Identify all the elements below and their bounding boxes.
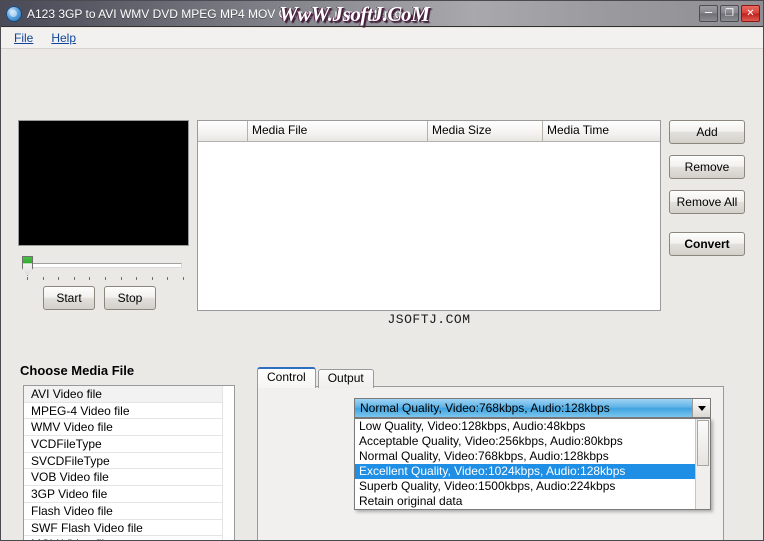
media-file-list[interactable]: Media File Media Size Media Time (197, 120, 661, 311)
player-buttons: Start Stop (43, 286, 156, 310)
window-controls: – ❐ ✕ (699, 5, 760, 22)
remove-button[interactable]: Remove (669, 155, 745, 179)
column-header-media-time[interactable]: Media Time (543, 121, 660, 141)
dropdown-option[interactable]: Retain original data (355, 494, 695, 509)
maximize-button[interactable]: ❐ (720, 5, 739, 22)
chevron-down-icon[interactable] (692, 399, 710, 417)
dropdown-scrollbar-thumb[interactable] (697, 420, 709, 466)
add-button[interactable]: Add (669, 120, 745, 144)
menu-item-help-label: Help (51, 31, 77, 45)
media-type-list-scrollbar[interactable] (222, 386, 234, 540)
main-body: Start Stop Media File Media Size Media T… (1, 49, 763, 540)
list-item[interactable]: SVCDFileType (24, 453, 234, 470)
application-window: A123 3GP to AVI WMV DVD MPEG MP4 MOV Con… (0, 0, 764, 541)
list-item[interactable]: SWF Flash Video file (24, 520, 234, 537)
dropdown-option[interactable]: Low Quality, Video:128kbps, Audio:48kbps (355, 419, 695, 434)
choose-media-file-title: Choose Media File (20, 363, 135, 378)
tab-output[interactable]: Output (317, 369, 374, 388)
profile-setting-combo[interactable]: Normal Quality, Video:768kbps, Audio:128… (354, 398, 711, 418)
list-item[interactable]: MOV Video file (24, 536, 234, 540)
profile-setting-dropdown[interactable]: Low Quality, Video:128kbps, Audio:48kbps… (354, 418, 711, 510)
close-icon: ✕ (746, 8, 755, 19)
list-item[interactable]: 3GP Video file (24, 486, 234, 503)
list-item[interactable]: Flash Video file (24, 503, 234, 520)
column-header-media-file[interactable]: Media File (248, 121, 428, 141)
title-bar: A123 3GP to AVI WMV DVD MPEG MP4 MOV Con… (1, 1, 763, 27)
list-item[interactable]: WMV Video file (24, 419, 234, 437)
remove-all-button[interactable]: Remove All (669, 190, 745, 214)
disc-icon (6, 5, 22, 22)
profile-setting-dropdown-options: Low Quality, Video:128kbps, Audio:48kbps… (355, 419, 695, 509)
file-action-buttons: Add Remove Remove All Convert (669, 120, 745, 256)
column-header-index[interactable] (198, 121, 248, 141)
seek-slider[interactable] (18, 256, 190, 284)
list-item[interactable]: VOB Video file (24, 469, 234, 487)
minimize-button[interactable]: – (699, 5, 718, 22)
tab-strip: Control Output (257, 367, 376, 388)
profile-setting-value: Normal Quality, Video:768kbps, Audio:128… (360, 401, 610, 415)
minimize-icon: – (704, 4, 713, 19)
media-list-body[interactable] (198, 142, 660, 310)
video-preview-panel[interactable] (18, 120, 189, 246)
stop-button[interactable]: Stop (104, 286, 156, 310)
menu-item-help[interactable]: Help (44, 30, 83, 46)
media-type-list[interactable]: AVI Video file MPEG-4 Video file WMV Vid… (23, 385, 235, 540)
convert-button[interactable]: Convert (669, 232, 745, 256)
dropdown-scrollbar[interactable] (695, 419, 710, 509)
dropdown-option-highlighted[interactable]: Excellent Quality, Video:1024kbps, Audio… (355, 464, 695, 479)
column-header-media-size[interactable]: Media Size (428, 121, 543, 141)
start-button[interactable]: Start (43, 286, 95, 310)
menu-item-file-label: File (14, 31, 34, 45)
site-watermark-footer: JSOFTJ.COM (387, 312, 471, 327)
media-list-header: Media File Media Size Media Time (198, 121, 660, 142)
seek-slider-ticks (27, 277, 184, 282)
dropdown-option[interactable]: Normal Quality, Video:768kbps, Audio:128… (355, 449, 695, 464)
window-title: A123 3GP to AVI WMV DVD MPEG MP4 MOV Con… (27, 6, 402, 21)
list-item[interactable]: MPEG-4 Video file (24, 403, 234, 420)
dropdown-option[interactable]: Acceptable Quality, Video:256kbps, Audio… (355, 434, 695, 449)
list-item[interactable]: AVI Video file (24, 386, 234, 403)
close-button[interactable]: ✕ (741, 5, 760, 22)
menu-bar: File Help (1, 28, 763, 49)
seek-slider-track[interactable] (27, 263, 182, 268)
menu-item-file[interactable]: File (7, 30, 40, 46)
tab-control[interactable]: Control (257, 367, 316, 388)
maximize-icon: ❐ (725, 8, 734, 19)
dropdown-option[interactable]: Superb Quality, Video:1500kbps, Audio:22… (355, 479, 695, 494)
list-item[interactable]: VCDFileType (24, 436, 234, 453)
seek-slider-thumb[interactable] (22, 256, 33, 276)
